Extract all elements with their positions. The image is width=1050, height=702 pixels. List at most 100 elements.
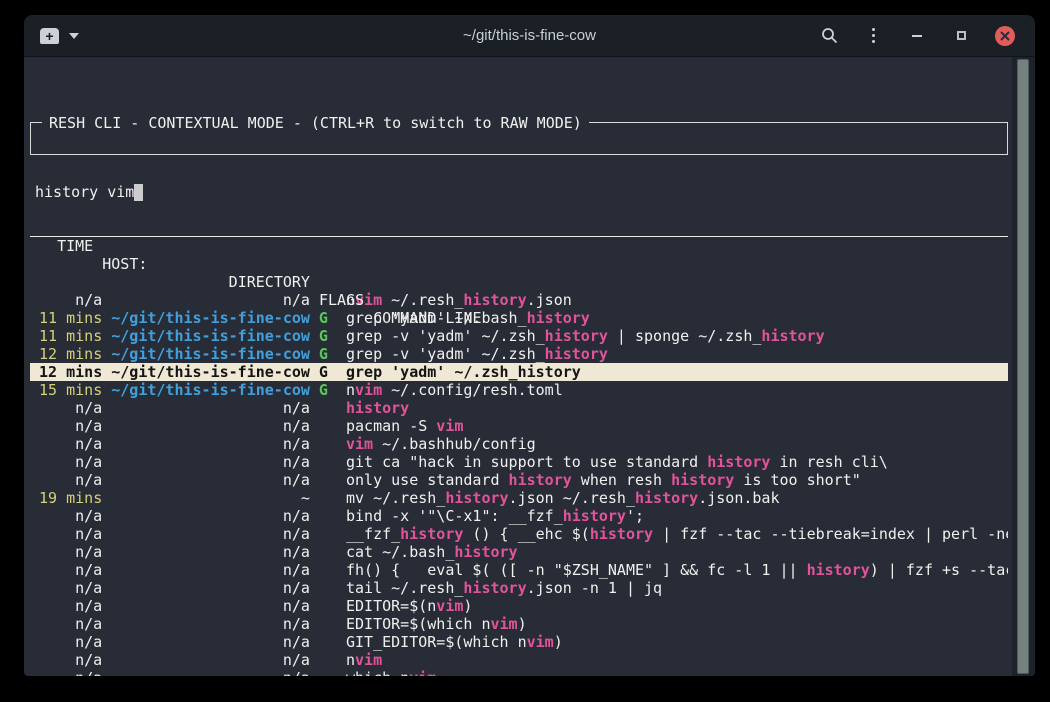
- row-directory: n/a: [111, 633, 310, 651]
- row-directory: n/a: [111, 669, 310, 676]
- search-box-title: RESH CLI - CONTEXTUAL MODE - (CTRL+R to …: [42, 114, 589, 132]
- search-box: RESH CLI - CONTEXTUAL MODE - (CTRL+R to …: [30, 122, 1008, 155]
- row-flag: [319, 615, 328, 633]
- row-flag: [319, 417, 328, 435]
- row-command: mv ~/.resh_history.json ~/.resh_history.…: [346, 489, 780, 507]
- search-input[interactable]: history vim: [35, 183, 1003, 201]
- row-flag: G: [319, 363, 328, 381]
- row-flag: G: [319, 345, 328, 363]
- row-flag: [319, 525, 328, 543]
- row-command: cat ~/.bash_history: [346, 543, 518, 561]
- row-command: EDITOR=$(which nvim): [346, 615, 527, 633]
- row-directory: n/a: [111, 597, 310, 615]
- row-directory: n/a: [111, 579, 310, 597]
- column-header-host: HOST:: [102, 255, 147, 273]
- row-time: n/a: [39, 417, 102, 435]
- row-time: n/a: [39, 651, 102, 669]
- titlebar: + ~/git/this-is-fine-cow: [24, 15, 1035, 57]
- minimize-button[interactable]: [907, 26, 927, 46]
- row-directory: n/a: [111, 435, 310, 453]
- table-row[interactable]: n/an/aEDITOR=$(which nvim): [30, 615, 1008, 633]
- row-directory: n/a: [111, 291, 310, 309]
- table-row[interactable]: 11 mins~/git/this-is-fine-cowGgrep 'yadm…: [30, 309, 1008, 327]
- terminal-content: RESH CLI - CONTEXTUAL MODE - (CTRL+R to …: [24, 57, 1035, 676]
- row-command: __fzf_history () { __ehc $(history | fzf…: [346, 525, 1008, 543]
- table-row[interactable]: n/a n/a git ca "hack in support to use sta…: [30, 453, 1008, 471]
- row-command: grep -v 'yadm' ~/.zsh_history | sponge ~…: [346, 327, 825, 345]
- table-row[interactable]: 19 mins~mv ~/.resh_history.json ~/.resh_…: [30, 489, 1008, 507]
- minimize-icon: [912, 35, 922, 37]
- row-time: 19 mins: [39, 489, 102, 507]
- close-button[interactable]: [995, 26, 1015, 46]
- row-command: GIT_EDITOR=$(which nvim): [346, 633, 563, 651]
- table-row[interactable]: 12 mins ~/git/this-is-fine-cow Ggrep -v 'y…: [30, 345, 1008, 363]
- scrollbar-thumb[interactable]: [1017, 59, 1029, 674]
- table-header: TIME HOST: DIRECTORY FLAGS COMMAND-LINE: [30, 219, 1008, 237]
- table-row[interactable]: n/a n/a EDITOR=$(nvim): [30, 597, 1008, 615]
- row-flag: [319, 669, 328, 676]
- row-command: fh() { eval $( ([ -n "$ZSH_NAME" ] && fc…: [346, 561, 1008, 579]
- search-query: history vim: [35, 183, 134, 201]
- row-time: n/a: [39, 543, 102, 561]
- row-time: n/a: [39, 453, 102, 471]
- table-row[interactable]: n/an/a__fzf_history () { __ehc $(history…: [30, 525, 1008, 543]
- table-row[interactable]: 12 mins~/git/this-is-fine-cowGgrep 'yadm…: [30, 363, 1008, 381]
- row-command: nvim ~/.resh_history.json: [346, 291, 572, 309]
- row-flag: [319, 579, 328, 597]
- row-flag: [319, 489, 328, 507]
- menu-button[interactable]: [863, 26, 883, 46]
- row-directory: ~/git/this-is-fine-cow: [111, 327, 310, 345]
- row-directory: n/a: [111, 543, 310, 561]
- column-header-directory: DIRECTORY: [229, 273, 310, 291]
- row-directory: n/a: [111, 615, 310, 633]
- row-flag: [319, 633, 328, 651]
- table-row[interactable]: n/an/afh() { eval $( ([ -n "$ZSH_NAME" ]…: [30, 561, 1008, 579]
- row-flag: [319, 561, 328, 579]
- row-flag: [319, 543, 328, 561]
- row-directory: n/a: [111, 399, 310, 417]
- chevron-down-icon: [69, 33, 79, 39]
- table-row[interactable]: n/an/ahistory: [30, 399, 1008, 417]
- table-row[interactable]: n/an/atail ~/.resh_history.json -n 1 | j…: [30, 579, 1008, 597]
- row-flag: [319, 651, 328, 669]
- table-row[interactable]: 11 mins~/git/this-is-fine-cowGgrep -v 'y…: [30, 327, 1008, 345]
- row-command: nvim: [346, 651, 382, 669]
- new-tab-button[interactable]: +: [40, 28, 79, 44]
- row-flag: G: [319, 327, 328, 345]
- text-cursor: [134, 184, 143, 201]
- row-time: 12 mins: [39, 345, 102, 363]
- table-row[interactable]: n/an/apacman -S vim: [30, 417, 1008, 435]
- row-command: which nvim: [346, 669, 436, 676]
- table-row[interactable]: n/an/abind -x '"\C-x1": __fzf_history';: [30, 507, 1008, 525]
- row-flag: [319, 399, 328, 417]
- row-time: n/a: [39, 399, 102, 417]
- scrollbar[interactable]: [1012, 57, 1035, 676]
- table-row[interactable]: n/a n/a which nvim: [30, 669, 1008, 676]
- restore-button[interactable]: [951, 26, 971, 46]
- row-command: vim ~/.bashhub/config: [346, 435, 536, 453]
- table-row[interactable]: n/an/anvim: [30, 651, 1008, 669]
- row-command: grep 'yadm' ~/.zsh_history: [346, 363, 581, 381]
- search-icon: [821, 27, 838, 44]
- table-row[interactable]: n/an/aonly use standard history when res…: [30, 471, 1008, 489]
- table-row[interactable]: 15 mins~/git/this-is-fine-cowGnvim ~/.co…: [30, 381, 1008, 399]
- restore-icon: [957, 31, 966, 40]
- search-button[interactable]: [819, 26, 839, 46]
- table-row[interactable]: n/a n/a cat ~/.bash_history: [30, 543, 1008, 561]
- row-time: n/a: [39, 669, 102, 676]
- table-row[interactable]: n/an/aGIT_EDITOR=$(which nvim): [30, 633, 1008, 651]
- row-directory: ~/git/this-is-fine-cow: [111, 345, 310, 363]
- row-directory: ~/git/this-is-fine-cow: [111, 363, 310, 381]
- row-command: grep -v 'yadm' ~/.zsh_history: [346, 345, 608, 363]
- row-directory: n/a: [111, 453, 310, 471]
- row-command: pacman -S vim: [346, 417, 463, 435]
- row-command: EDITOR=$(nvim): [346, 597, 472, 615]
- row-time: n/a: [39, 435, 102, 453]
- table-row[interactable]: n/a n/a vim ~/.bashhub/config: [30, 435, 1008, 453]
- row-command: git ca "hack in support to use standard …: [346, 453, 888, 471]
- row-time: n/a: [39, 597, 102, 615]
- row-command: tail ~/.resh_history.json -n 1 | jq: [346, 579, 662, 597]
- row-directory: n/a: [111, 471, 310, 489]
- new-tab-icon: +: [40, 28, 59, 44]
- table-row[interactable]: n/an/anvim ~/.resh_history.json: [30, 291, 1008, 309]
